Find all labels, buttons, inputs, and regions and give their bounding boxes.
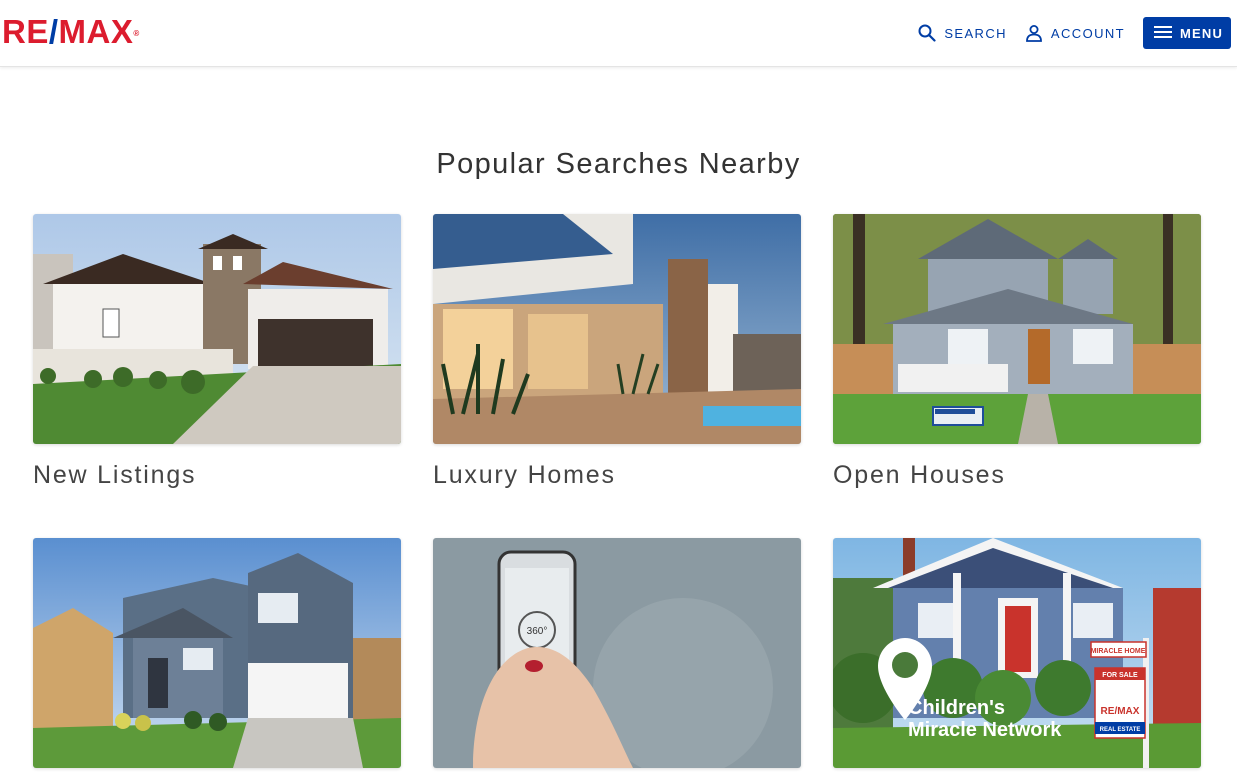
section-title: Popular Searches Nearby	[436, 148, 801, 180]
search-link[interactable]: SEARCH	[918, 24, 1007, 42]
card-childrens-miracle-network[interactable]: Children's Miracle Network MIRACLE HOME …	[833, 538, 1201, 782]
search-icon	[918, 24, 936, 42]
card-new-listings[interactable]: New Listings	[33, 214, 401, 492]
menu-label: MENU	[1180, 25, 1224, 41]
card-label: New Listings	[33, 461, 197, 489]
menu-button[interactable]: MENU	[1143, 17, 1231, 49]
search-label: SEARCH	[944, 25, 1007, 41]
childrens-miracle-network-house-photo: Children's Miracle Network MIRACLE HOME …	[833, 538, 1201, 768]
sign-brand-text: RE/MAX	[1101, 706, 1140, 717]
card-label: Luxury Homes	[433, 461, 616, 489]
card-home-4[interactable]	[33, 538, 401, 782]
card-virtual-tours[interactable]: 360°	[433, 538, 801, 782]
card-label: Open Houses	[833, 461, 1006, 489]
for-sale-text: FOR SALE	[1102, 672, 1138, 679]
hamburger-icon	[1154, 25, 1172, 42]
account-link[interactable]: ACCOUNT	[1025, 24, 1125, 42]
miracle-home-text: MIRACLE HOME	[1091, 648, 1146, 655]
craftsman-house-open-house-sign-photo	[833, 214, 1201, 444]
card-luxury-homes[interactable]: Luxury Homes	[433, 214, 801, 492]
account-icon	[1025, 24, 1043, 42]
spanish-style-house-photo	[33, 214, 401, 444]
tour-360-text: 360°	[527, 626, 548, 637]
cmn-line1-text: Children's	[908, 697, 1005, 719]
real-estate-text: REAL ESTATE	[1100, 727, 1141, 733]
card-open-houses[interactable]: Open Houses	[833, 214, 1201, 492]
remax-logo[interactable]: RE/MAX®	[2, 12, 140, 52]
site-header: RE/MAX® SEARCH ACCOUNT MENU	[0, 0, 1237, 67]
header-nav: SEARCH ACCOUNT MENU	[918, 17, 1231, 49]
hand-holding-phone-360-tour-photo: 360°	[433, 538, 801, 768]
two-story-blue-house-photo	[33, 538, 401, 768]
modern-luxury-house-photo	[433, 214, 801, 444]
account-label: ACCOUNT	[1050, 25, 1125, 41]
